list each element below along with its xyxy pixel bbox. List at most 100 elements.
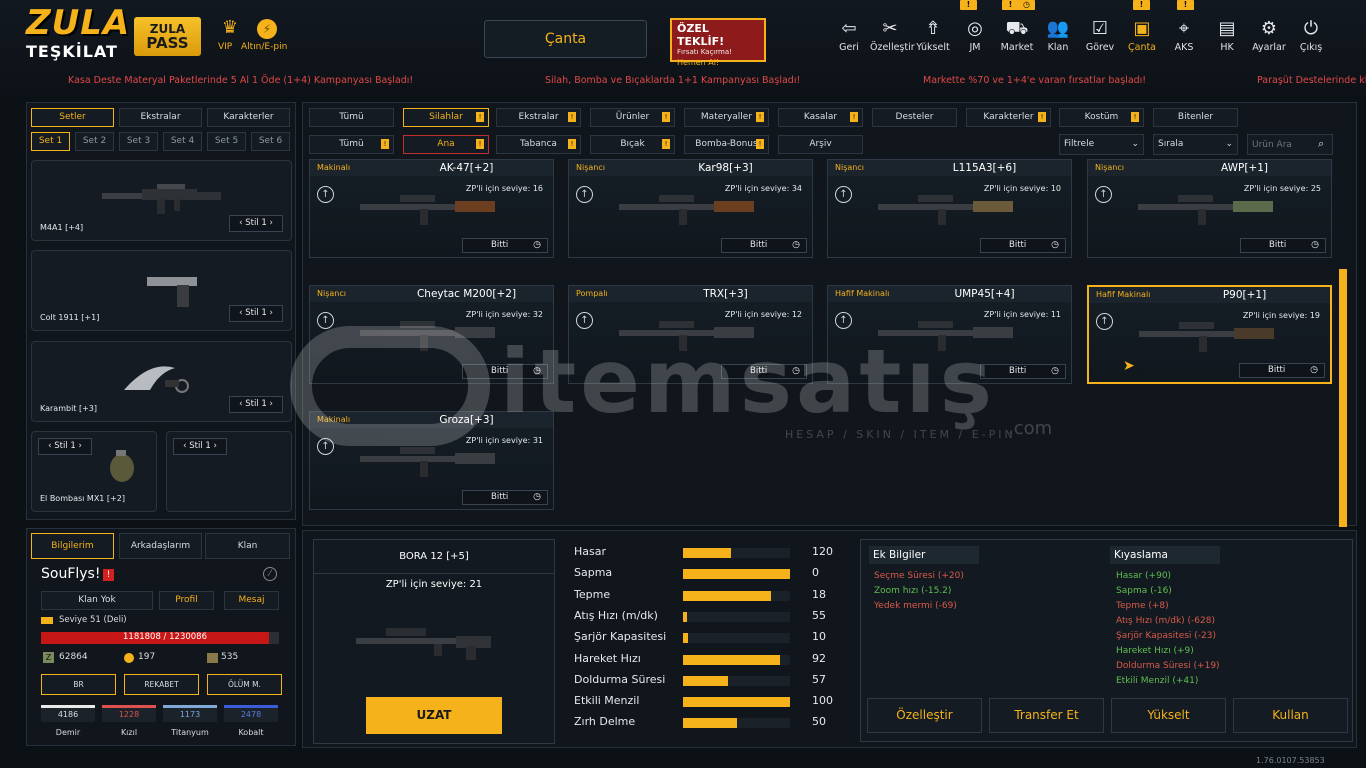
item-category: Hafif Makinalı [1096, 290, 1151, 299]
upgrade-arrow-icon[interactable]: ↑ [1096, 313, 1113, 330]
item-card[interactable]: Pompalı TRX[+3] ↑ ZP'li için seviye: 12 Bitt… [568, 285, 813, 384]
tab-sets[interactable]: Setler [31, 108, 114, 127]
nav-jm[interactable]: ◎ JM [955, 18, 995, 53]
transfer-button[interactable]: Transfer Et [989, 698, 1104, 733]
filter-extras[interactable]: Ekstralar! [496, 108, 581, 127]
style-selector[interactable]: ‹ Stil 1 › [173, 438, 227, 455]
nav-market[interactable]: ⛟ Market [997, 18, 1037, 53]
subfilter-knife[interactable]: Bıçak! [590, 135, 675, 154]
extend-button[interactable]: UZAT [366, 697, 502, 734]
stat-value: 10 [812, 630, 826, 644]
nav-upgrade-label: Yükselt [916, 42, 950, 53]
upgrade-arrow-icon[interactable]: ↑ [835, 186, 852, 203]
item-card[interactable]: Nişancı L115A3[+6] ↑ ZP'li için seviye: 10 B… [827, 159, 1072, 258]
compare-title: Kıyaslama [1114, 549, 1168, 561]
upgrade-arrow-icon[interactable]: ↑ [317, 186, 334, 203]
gold-coin-icon[interactable]: ⚡ [257, 19, 277, 39]
item-card[interactable]: Makinalı AK-47[+2] ↑ ZP'li için seviye: 16 B… [309, 159, 554, 258]
nav-upgrade[interactable]: ⇮ Yükselt [913, 18, 953, 53]
item-card[interactable]: Nişancı Kar98[+3] ↑ ZP'li için seviye: 34 Bi… [568, 159, 813, 258]
message-button[interactable]: Mesaj [224, 591, 279, 610]
filter-all[interactable]: Tümü [309, 108, 394, 127]
search-icon[interactable]: ⌕ [1318, 137, 1324, 151]
nav-exit[interactable]: ⏻ Çıkış [1291, 18, 1331, 53]
alert-icon: ! [756, 112, 764, 122]
upgrade-arrow-icon[interactable]: ↑ [317, 438, 334, 455]
filter-products[interactable]: Ürünler! [590, 108, 675, 127]
tab-clan[interactable]: Klan [205, 533, 290, 559]
mode-olum-button[interactable]: ÖLÜM M. [207, 674, 282, 695]
nav-customize[interactable]: ✂ Özelleştir [870, 18, 915, 53]
upgrade-button[interactable]: Yükselt [1111, 698, 1226, 733]
set-tab[interactable]: Set 3 [119, 132, 158, 151]
tab-characters[interactable]: Karakterler [207, 108, 290, 127]
loadout-slot-pistol[interactable]: Colt 1911 [+1] ‹ Stil 1 › [31, 250, 292, 331]
subfilter-archive[interactable]: Arşiv [778, 135, 863, 154]
level-text: Seviye 51 (Deli) [59, 615, 127, 625]
loadout-slot-knife[interactable]: Karambit [+3] ‹ Stil 1 › [31, 341, 292, 422]
set-tab[interactable]: Set 1 [31, 132, 70, 151]
filter-crates[interactable]: Kasalar! [778, 108, 863, 127]
tab-extras[interactable]: Ekstralar [119, 108, 202, 127]
nav-back[interactable]: ⇦ Geri [829, 18, 869, 53]
filter-dropdown[interactable]: Filtrele ⌄ [1059, 134, 1144, 155]
block-icon[interactable]: ⁄ [263, 567, 277, 581]
style-selector[interactable]: ‹ Stil 1 › [229, 305, 283, 322]
profile-button[interactable]: Profil [159, 591, 214, 610]
style-selector[interactable]: ‹ Stil 1 › [38, 438, 92, 455]
subfilter-all[interactable]: Tümü! [309, 135, 394, 154]
upgrade-arrow-icon[interactable]: ↑ [317, 312, 334, 329]
subfilter-bomb-bonus[interactable]: Bomba-Bonus! [684, 135, 769, 154]
item-card[interactable]: Hafif Makinalı UMP45[+4] ↑ ZP'li için seviy… [827, 285, 1072, 384]
loadout-slot-grenade[interactable]: ‹ Stil 1 › El Bombası MX1 [+2] [31, 431, 157, 512]
item-card[interactable]: Makinalı Groza[+3] ↑ ZP'li için seviye: 31 B… [309, 411, 554, 510]
filter-finished[interactable]: Bitenler [1153, 108, 1238, 127]
nav-hk[interactable]: ▤ HK [1207, 18, 1247, 53]
subfilter-primary[interactable]: Ana! [403, 135, 489, 154]
tab-friends[interactable]: Arkadaşlarım [119, 533, 202, 559]
loadout-slot-primary[interactable]: M4A1 [+4] ‹ Stil 1 › [31, 160, 292, 241]
set-tab[interactable]: Set 4 [163, 132, 202, 151]
style-label: Stil 1 [54, 441, 76, 451]
nav-bag[interactable]: ▣ Çanta [1122, 18, 1162, 53]
subfilter-bomb-label: Bomba-Bonus [695, 139, 758, 149]
nav-aks[interactable]: ⌖ AKS [1164, 18, 1204, 53]
nav-missions[interactable]: ☑ Görev [1080, 18, 1120, 53]
tab-my-info[interactable]: Bilgilerim [31, 533, 114, 559]
slot-item-name: M4A1 [+4] [40, 223, 84, 232]
item-card[interactable]: Nişancı Cheytac M200[+2] ↑ ZP'li için seviy… [309, 285, 554, 384]
nav-settings[interactable]: ⚙ Ayarlar [1249, 18, 1289, 53]
upgrade-arrow-icon[interactable]: ↑ [835, 312, 852, 329]
upgrade-arrow-icon[interactable]: ↑ [1095, 186, 1112, 203]
vip-icon[interactable]: ♛ [217, 17, 243, 41]
mode-rekabet-button[interactable]: REKABET [124, 674, 199, 695]
upgrade-arrow-icon[interactable]: ↑ [576, 312, 593, 329]
use-button[interactable]: Kullan [1233, 698, 1348, 733]
upgrade-arrow-icon[interactable]: ↑ [576, 186, 593, 203]
set-tab[interactable]: Set 2 [75, 132, 114, 151]
loadout-slot-extra[interactable]: ‹ Stil 1 › [166, 431, 292, 512]
set-tab[interactable]: Set 5 [207, 132, 246, 151]
customize-button[interactable]: Özelleştir [867, 698, 982, 733]
style-selector[interactable]: ‹ Stil 1 › [229, 215, 283, 232]
filter-decks[interactable]: Desteler [872, 108, 957, 127]
scrollbar-thumb[interactable] [1339, 269, 1347, 527]
filter-materials[interactable]: Materyaller! [684, 108, 769, 127]
filter-characters[interactable]: Karakterler! [966, 108, 1051, 127]
filter-weapons[interactable]: Silahlar! [403, 108, 489, 127]
material-kobalt: 2478 Kobalt [224, 705, 278, 737]
item-status-label: Bitti [750, 240, 768, 250]
zula-pass-button[interactable]: ZULA PASS [134, 17, 201, 56]
nav-clan[interactable]: 👥 Klan [1038, 18, 1078, 53]
style-selector[interactable]: ‹ Stil 1 › [229, 396, 283, 413]
filter-costume[interactable]: Kostüm! [1059, 108, 1144, 127]
clan-none-button[interactable]: Klan Yok [41, 591, 153, 610]
special-offer-banner[interactable]: ÖZEL TEKLİF! Fırsatı Kaçırma! Hemen Al! [670, 18, 766, 67]
item-card[interactable]: Nişancı AWP[+1] ↑ ZP'li için seviye: 25 Bitt… [1087, 159, 1332, 258]
set-tab[interactable]: Set 6 [251, 132, 290, 151]
stat-bar-fill [683, 590, 771, 601]
mode-br-button[interactable]: BR [41, 674, 116, 695]
offer-cta: Hemen Al! [677, 58, 720, 67]
sort-dropdown[interactable]: Sırala ⌄ [1153, 134, 1238, 155]
subfilter-pistol[interactable]: Tabanca! [496, 135, 581, 154]
